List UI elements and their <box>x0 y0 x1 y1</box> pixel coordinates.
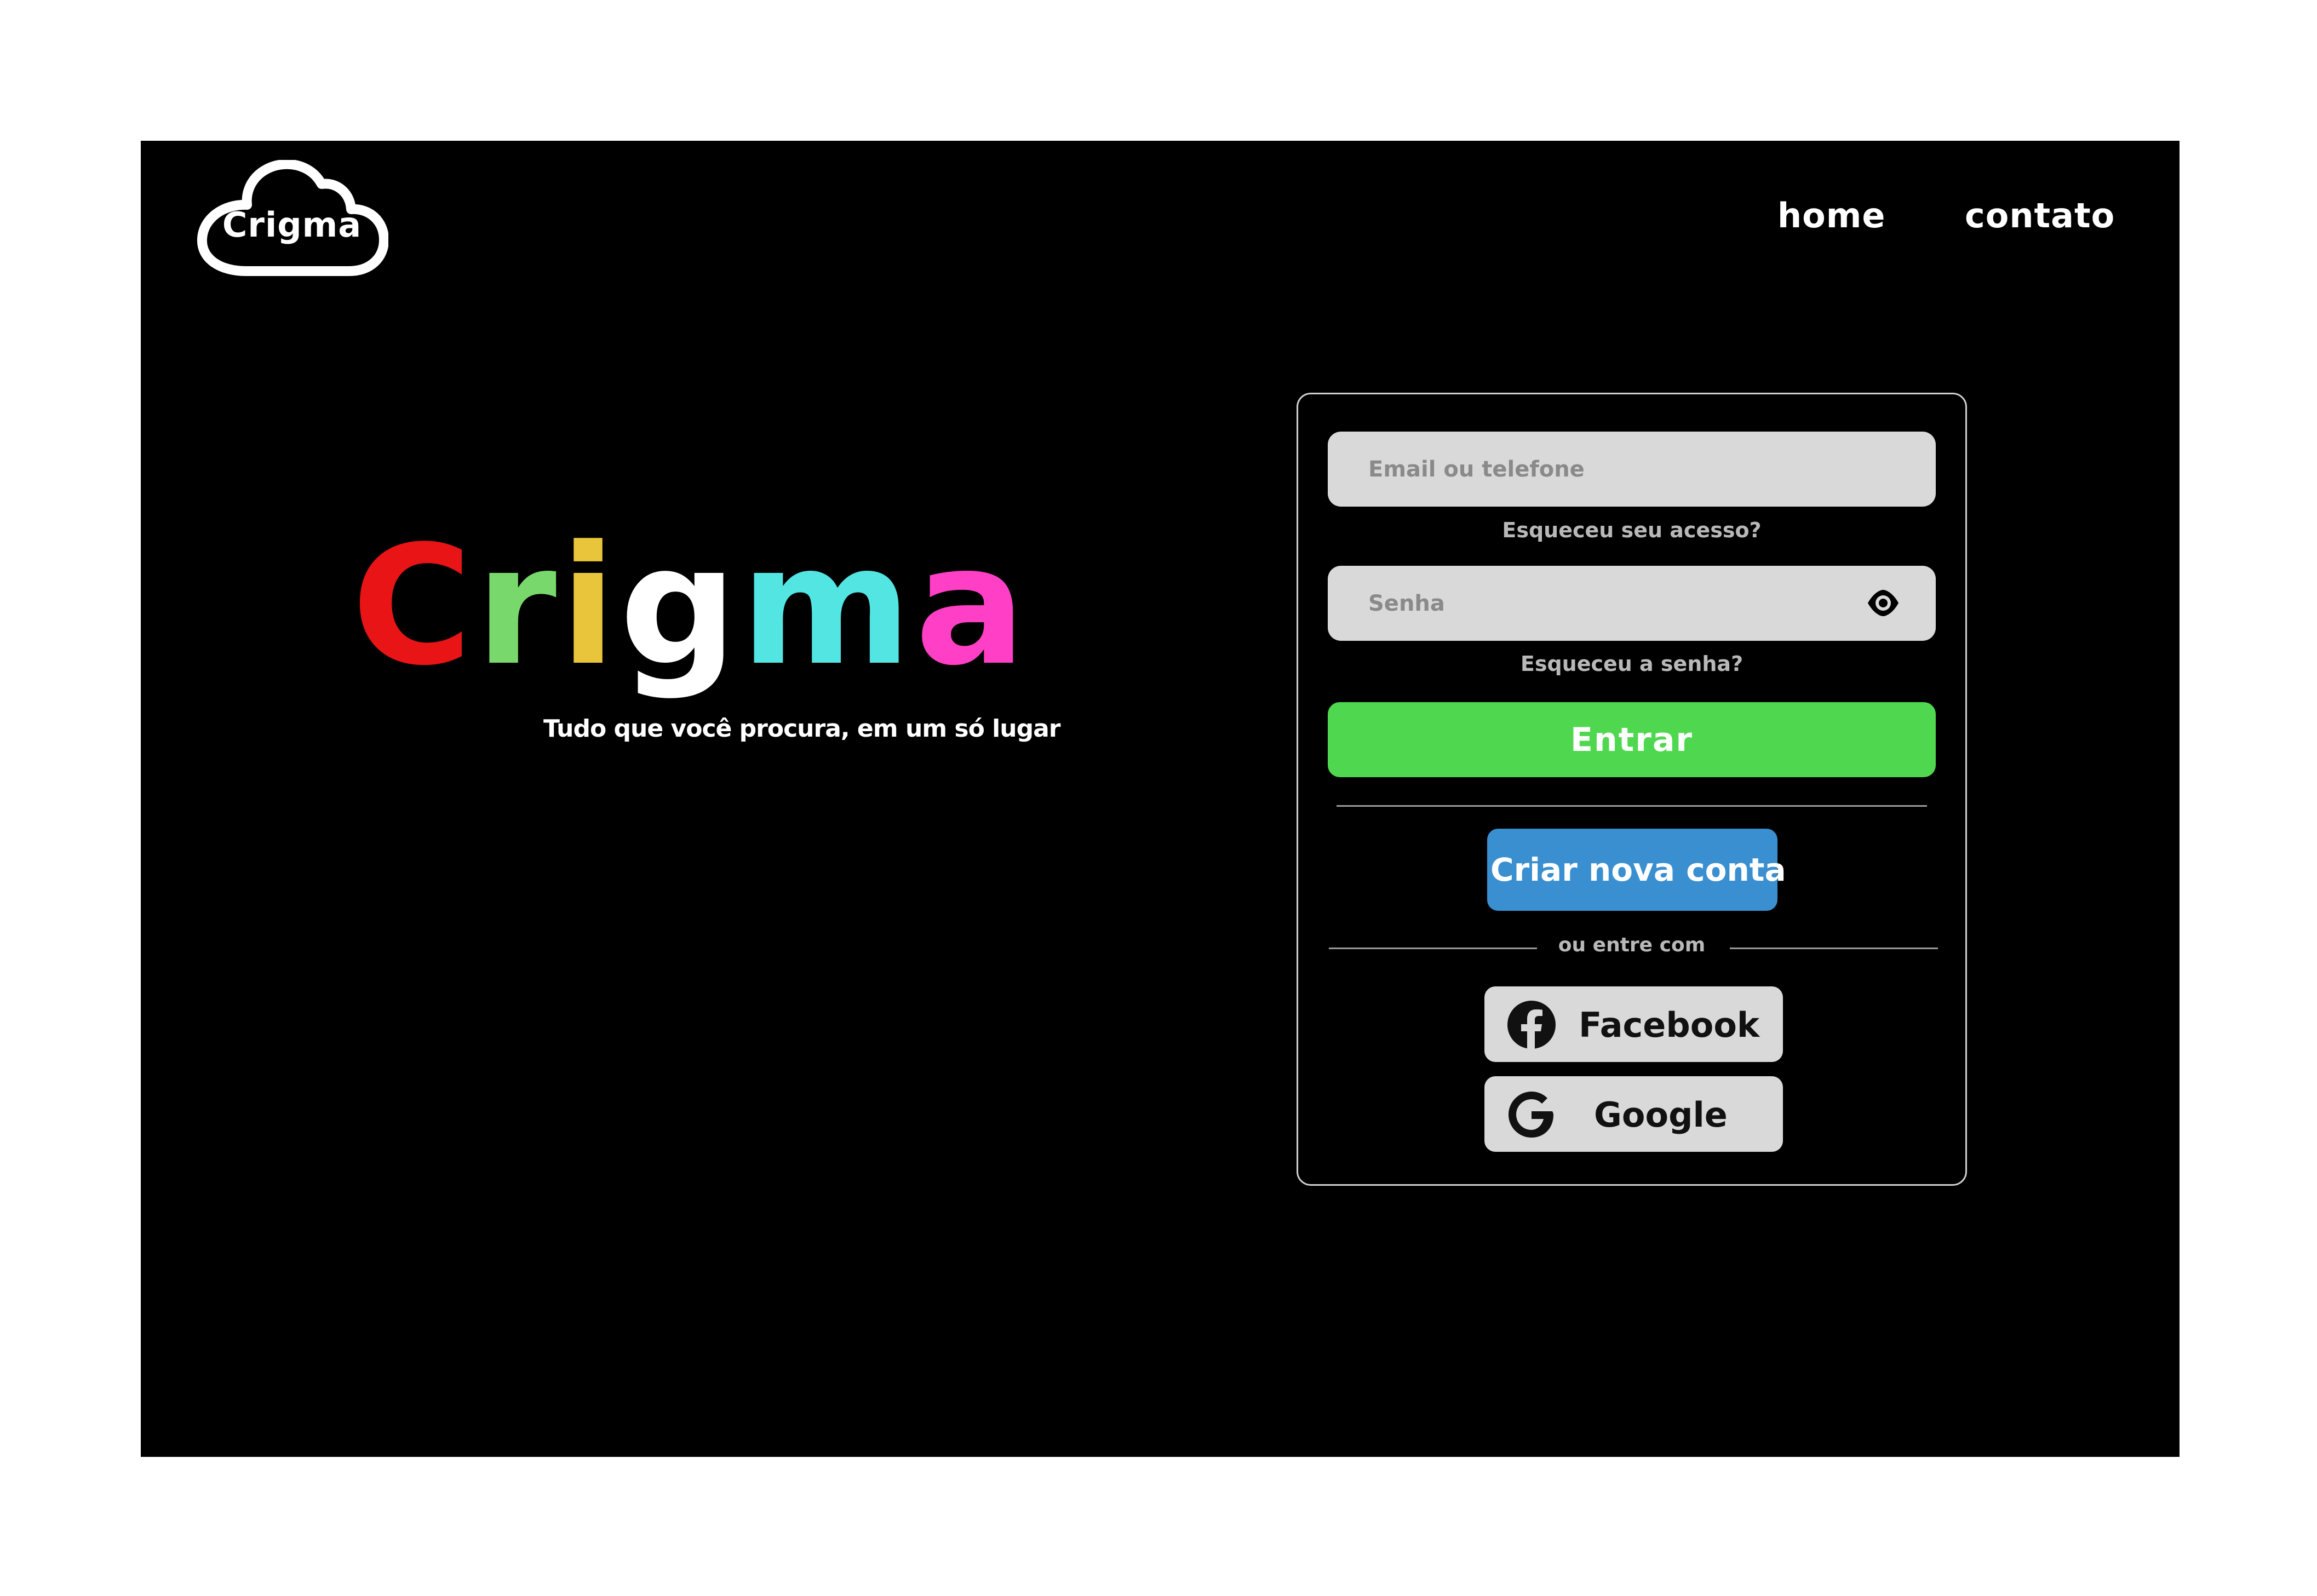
nav-home-link[interactable]: home <box>1777 196 1885 236</box>
password-field-wrapper <box>1328 566 1936 641</box>
hero-title: Crigma <box>352 524 1029 688</box>
hero-letter-a: a <box>915 510 1029 702</box>
google-label: Google <box>1594 1095 1728 1135</box>
logo[interactable]: Crigma <box>196 160 388 278</box>
eye-icon[interactable] <box>1867 589 1900 617</box>
create-account-button[interactable]: Criar nova conta <box>1487 829 1786 911</box>
or-divider-right <box>1730 948 1938 949</box>
facebook-login-button[interactable]: Facebook <box>1484 986 1783 1062</box>
hero-letter-r: r <box>475 510 560 702</box>
or-text: ou entre com <box>1558 934 1706 956</box>
email-input[interactable] <box>1328 432 1936 507</box>
hero-letter-g: g <box>619 510 741 702</box>
logo-text: Crigma <box>222 205 362 245</box>
google-icon <box>1509 1092 1553 1138</box>
password-input[interactable] <box>1328 566 1936 641</box>
forgot-password-link[interactable]: Esqueceu a senha? <box>1298 652 1965 676</box>
facebook-label: Facebook <box>1579 1005 1760 1045</box>
hero-subtitle: Tudo que você procura, em um só lugar <box>543 715 1060 743</box>
divider <box>1337 805 1927 807</box>
login-card: Esqueceu seu acesso? Esqueceu a senha? E… <box>1297 393 1967 1186</box>
forgot-access-link[interactable]: Esqueceu seu acesso? <box>1298 518 1965 542</box>
facebook-icon <box>1507 1001 1556 1050</box>
hero-letter-c: C <box>352 510 476 702</box>
email-field-wrapper <box>1328 432 1936 507</box>
hero-letter-i: i <box>560 510 620 702</box>
nav-contato-link[interactable]: contato <box>1965 196 2115 236</box>
google-login-button[interactable]: Google <box>1484 1076 1783 1152</box>
hero-letter-m: m <box>740 510 915 702</box>
page-frame: Crigma home contato Crigma Tudo que você… <box>141 141 2180 1457</box>
entrar-button[interactable]: Entrar <box>1328 702 1936 777</box>
